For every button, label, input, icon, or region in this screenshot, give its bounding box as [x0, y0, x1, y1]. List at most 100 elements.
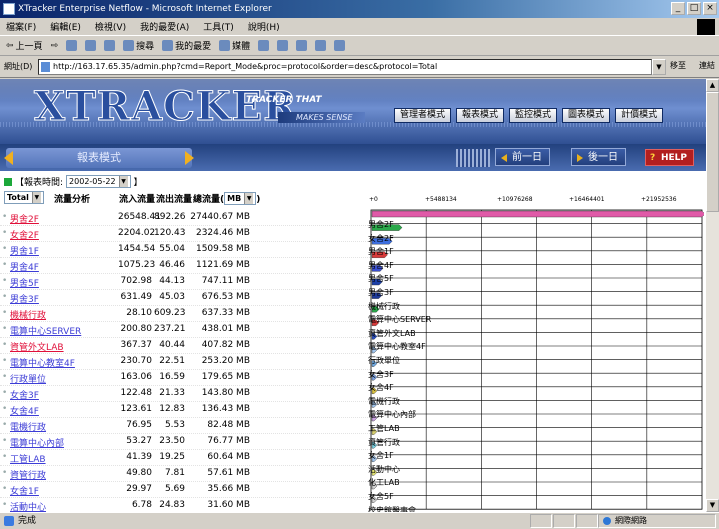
stop-button[interactable]: [66, 40, 78, 51]
back-button[interactable]: ⇦ 上一頁: [6, 39, 43, 53]
row-link[interactable]: 男舍5F: [2, 276, 39, 289]
next-day-button[interactable]: 後一日: [571, 148, 626, 166]
links-button[interactable]: 連結: [699, 60, 715, 71]
row-link[interactable]: 女舍2F: [2, 228, 39, 241]
row-link[interactable]: 資管外文LAB: [2, 340, 63, 353]
x-tick-label: +5488134: [424, 196, 457, 203]
row-link[interactable]: 女舍4F: [2, 404, 39, 417]
report-time-label: 【報表時間:: [15, 178, 64, 188]
address-dropdown-button[interactable]: ▼: [652, 59, 666, 75]
scroll-up-button[interactable]: ▲: [706, 79, 719, 92]
row-link[interactable]: 女舍3F: [2, 388, 39, 401]
table-row: 活動中心 6.78 24.83 31.60 MB: [0, 498, 370, 512]
row-total: 143.80 MB: [201, 388, 250, 398]
row-inbound: 367.37: [120, 340, 153, 350]
history-button[interactable]: [258, 40, 270, 51]
row-link[interactable]: 男舍4F: [2, 260, 39, 273]
media-button[interactable]: 媒體: [219, 39, 250, 52]
scroll-down-button[interactable]: ▼: [706, 499, 719, 512]
row-link[interactable]: 電算中心教室4F: [2, 356, 75, 369]
row-link[interactable]: 電算中心內部: [2, 436, 64, 449]
row-link[interactable]: 男舍1F: [2, 244, 39, 257]
home-icon: [104, 40, 116, 51]
row-inbound: 230.70: [120, 356, 153, 366]
go-button[interactable]: 移至: [670, 60, 686, 71]
address-url: http://163.17.65.35/admin.php?cmd=Report…: [53, 62, 438, 71]
search-button[interactable]: 搜尋: [123, 39, 154, 52]
row-link[interactable]: 工管LAB: [2, 452, 45, 465]
xtracker-logo: XTRACKER: [33, 83, 298, 131]
row-outbound: 120.43: [154, 228, 186, 238]
row-link[interactable]: 男舍3F: [2, 292, 39, 305]
tagline-bottom: MAKES SENSE: [278, 112, 365, 123]
edit-button[interactable]: [315, 40, 327, 51]
discuss-button[interactable]: [334, 40, 346, 51]
chart-category-label: 機械行政: [368, 301, 400, 311]
mail-icon: [277, 40, 289, 51]
row-inbound: 200.80: [120, 324, 153, 334]
row-link[interactable]: 活動中心: [2, 500, 46, 512]
row-link[interactable]: 男舍2F: [2, 212, 39, 225]
prev-day-button[interactable]: 前一日: [495, 148, 550, 166]
row-link[interactable]: 機械行政: [2, 308, 46, 321]
tab-monitor-mode[interactable]: 監控模式: [509, 108, 558, 123]
tab-chart-mode[interactable]: 圖表模式: [562, 108, 611, 123]
unit-select[interactable]: MB ▼: [224, 192, 257, 205]
tab-admin-mode[interactable]: 管理者模式: [394, 108, 452, 123]
scroll-thumb[interactable]: [706, 92, 719, 212]
table-row: 電機行政 76.95 5.53 82.48 MB: [0, 418, 370, 434]
mail-button[interactable]: [277, 40, 289, 51]
table-row: 男舍4F 1075.2346.46 1121.69 MB: [0, 258, 370, 274]
menu-view[interactable]: 檢視(V): [95, 20, 126, 33]
row-total: 2324.46 MB: [195, 228, 250, 238]
security-zone: 網際網路: [598, 514, 716, 528]
row-link[interactable]: 資管行政: [2, 468, 46, 481]
chart-category-label: 校史館醫事會: [368, 505, 416, 512]
close-button[interactable]: ×: [703, 2, 717, 15]
tab-billing-mode[interactable]: 計價模式: [615, 108, 664, 123]
chart-svg: [370, 209, 704, 510]
row-total: 1509.58 MB: [195, 244, 250, 254]
row-inbound: 702.98: [120, 276, 153, 286]
chart-category-label: 資管行政: [368, 437, 400, 447]
table-row: 男舍3F 631.49 45.03 676.53 MB: [0, 290, 370, 306]
row-link[interactable]: 電機行政: [2, 420, 46, 433]
home-button[interactable]: [104, 40, 116, 51]
favorites-button[interactable]: 我的最愛: [162, 39, 211, 52]
menu-tools[interactable]: 工具(T): [203, 20, 234, 33]
menu-favorites[interactable]: 我的最愛(A): [140, 20, 189, 33]
help-button[interactable]: ? HELP: [645, 149, 695, 166]
chart-category-label: 男舍3F: [368, 288, 394, 297]
minimize-button[interactable]: _: [671, 2, 685, 15]
row-link[interactable]: 行政單位: [2, 372, 46, 385]
col-inbound: 流入流量: [119, 195, 156, 205]
chart-category-label: 女舍1F: [368, 451, 394, 461]
vertical-scrollbar[interactable]: ▲ ▼: [706, 79, 719, 512]
nav-band: 報表模式 前一日 後一日 ? HELP: [0, 144, 706, 171]
report-date-select[interactable]: 2002-05-22 ▼: [66, 175, 131, 188]
row-link[interactable]: 女舍1F: [2, 484, 39, 497]
favorites-icon: [162, 40, 174, 51]
row-total: 676.53 MB: [201, 292, 250, 302]
menu-help[interactable]: 說明(H): [248, 20, 280, 33]
green-square-icon: [4, 177, 12, 186]
menu-edit[interactable]: 編輯(E): [50, 20, 81, 33]
table-row: 男舍5F 702.98 44.13 747.11 MB: [0, 274, 370, 290]
forward-button[interactable]: ⇨: [51, 41, 59, 51]
table-row: 女舍2F 2204.02120.43 2324.46 MB: [0, 226, 370, 242]
row-inbound: 1075.23: [118, 260, 156, 270]
address-input[interactable]: http://163.17.65.35/admin.php?cmd=Report…: [38, 59, 652, 75]
tab-report-mode[interactable]: 報表模式: [456, 108, 505, 123]
protocol-select[interactable]: Total ▼: [4, 191, 44, 204]
search-icon: [123, 40, 135, 51]
favorites-label: 我的最愛: [175, 42, 212, 52]
menu-file[interactable]: 檔案(F): [6, 20, 36, 33]
refresh-icon: [85, 40, 97, 51]
row-link[interactable]: 電算中心SERVER: [2, 324, 81, 337]
row-outbound: 237.21: [154, 324, 186, 334]
print-button[interactable]: [296, 40, 308, 51]
refresh-button[interactable]: [85, 40, 97, 51]
maximize-button[interactable]: □: [687, 2, 701, 15]
ie-page-icon: [3, 3, 15, 15]
window-title: XTracker Enterprise Netflow - Microsoft …: [18, 4, 272, 14]
